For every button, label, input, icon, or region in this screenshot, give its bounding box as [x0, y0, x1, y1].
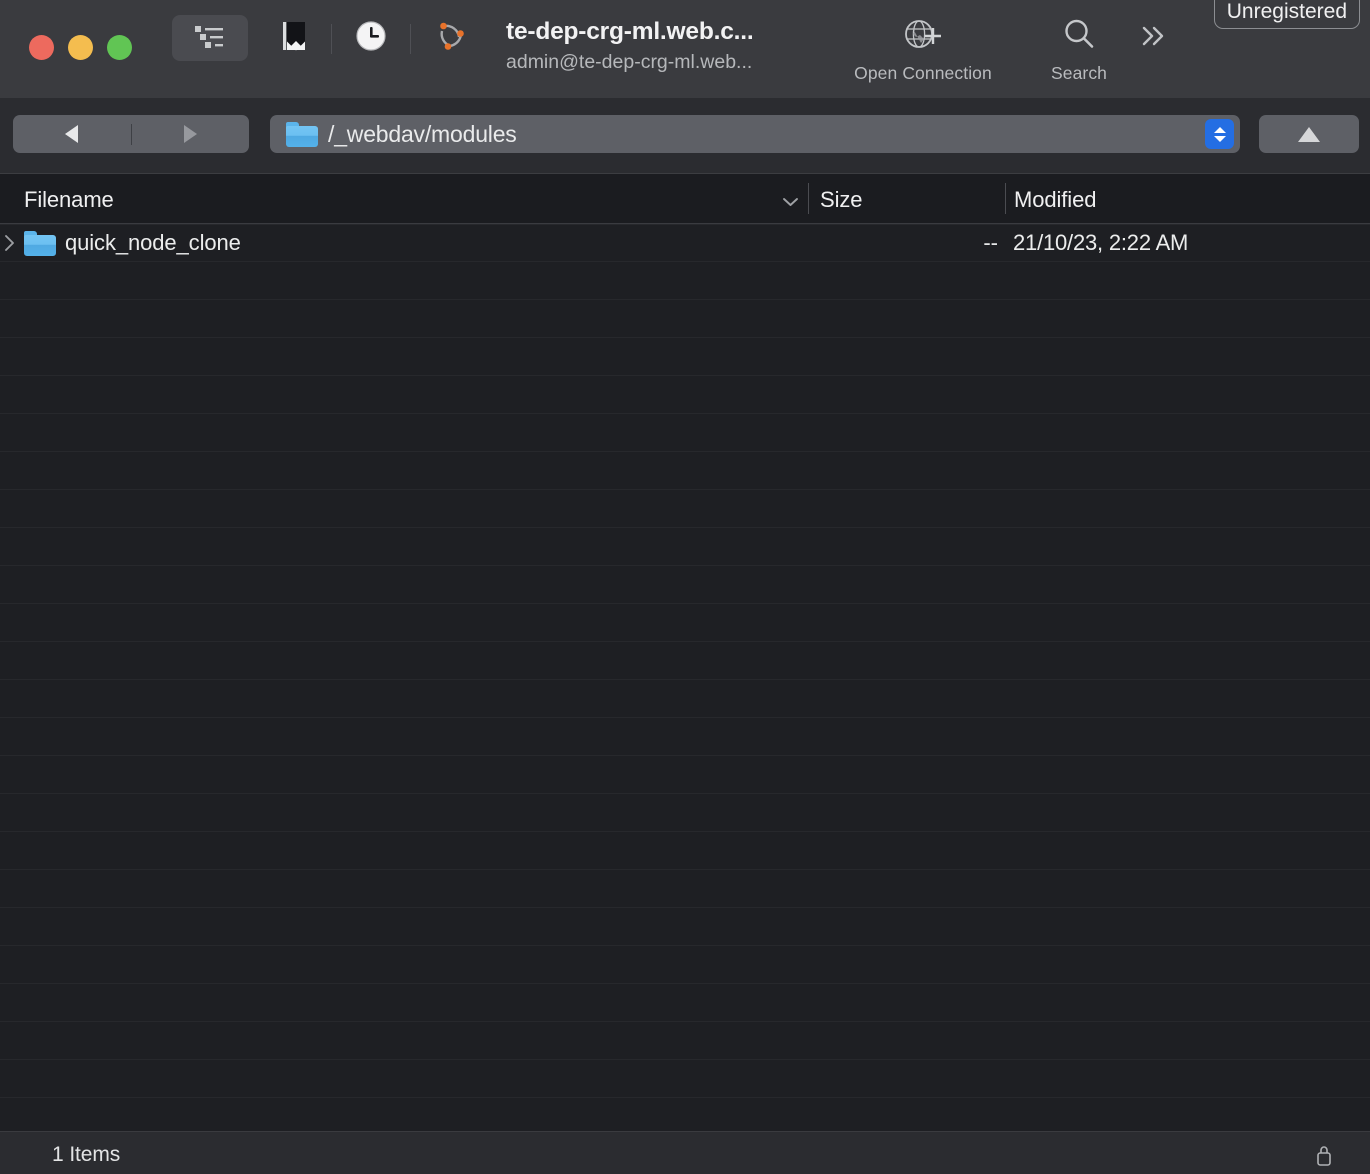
file-list[interactable]: quick_node_clone -- 21/10/23, 2:22 AM [0, 224, 1370, 1121]
search-button[interactable]: Search [1024, 14, 1134, 84]
bonjour-button[interactable] [427, 15, 475, 61]
search-icon [1060, 15, 1098, 58]
column-header-row: Filename Size Modified [0, 174, 1370, 224]
folder-icon [286, 121, 318, 147]
maximize-button[interactable] [107, 35, 132, 60]
bookmarks-button[interactable] [270, 15, 318, 61]
navigation-bar: /_webdav/modules [0, 98, 1370, 174]
table-row[interactable]: quick_node_clone -- 21/10/23, 2:22 AM [0, 224, 1370, 262]
parent-directory-button[interactable] [1259, 115, 1359, 153]
empty-row [0, 414, 1370, 452]
empty-row [0, 1098, 1370, 1121]
column-header-size[interactable]: Size [820, 187, 863, 213]
chevron-double-right-icon [1134, 23, 1172, 54]
toolbar-separator-2 [410, 24, 411, 54]
window-controls [29, 35, 132, 60]
forward-button[interactable] [132, 115, 250, 153]
file-modified: 21/10/23, 2:22 AM [1013, 230, 1189, 255]
path-value: /_webdav/modules [328, 120, 517, 147]
globe-plus-icon [902, 15, 944, 58]
empty-row [0, 794, 1370, 832]
column-divider-1[interactable] [808, 183, 809, 214]
browser-view-button[interactable] [172, 15, 248, 61]
empty-row [0, 870, 1370, 908]
empty-row [0, 528, 1370, 566]
empty-row [0, 718, 1370, 756]
empty-row [0, 452, 1370, 490]
empty-row [0, 946, 1370, 984]
column-divider-2[interactable] [1005, 183, 1006, 214]
toolbar-separator-1 [331, 24, 332, 54]
triangle-right-icon [183, 125, 197, 143]
bookmarks-icon [277, 19, 311, 58]
empty-row [0, 376, 1370, 414]
history-nav-segment [13, 115, 249, 153]
page-title: te-dep-crg-ml.web.c... [506, 18, 754, 45]
folder-icon [24, 231, 56, 256]
empty-row [0, 490, 1370, 528]
history-clock-icon [354, 19, 388, 58]
empty-row [0, 338, 1370, 376]
status-badge[interactable]: Unregistered [1213, 0, 1360, 29]
stepper-down-icon [1213, 135, 1226, 142]
path-combobox[interactable]: /_webdav/modules [270, 115, 1240, 153]
toolbar-overflow-button[interactable] [1128, 16, 1178, 60]
empty-row [0, 832, 1370, 870]
empty-row [0, 300, 1370, 338]
status-bar: 1 Items [0, 1131, 1370, 1174]
path-stepper[interactable] [1205, 119, 1234, 149]
item-count-label: 1 Items [52, 1143, 121, 1166]
cyberduck-window: te-dep-crg-ml.web.c... admin@te-dep-crg-… [0, 0, 1370, 1174]
file-name: quick_node_clone [65, 230, 241, 255]
search-label: Search [1050, 63, 1108, 84]
empty-row [0, 1060, 1370, 1098]
history-button[interactable] [348, 15, 394, 61]
connection-subtitle: admin@te-dep-crg-ml.web... [506, 50, 753, 73]
column-header-filename[interactable]: Filename [24, 187, 114, 213]
open-connection-label: Open Connection [854, 63, 992, 84]
triangle-left-icon [65, 125, 79, 143]
open-connection-button[interactable]: Open Connection [830, 14, 1016, 84]
empty-row [0, 566, 1370, 604]
empty-row [0, 262, 1370, 300]
browser-view-icon [193, 23, 227, 54]
empty-row [0, 642, 1370, 680]
chevron-right-icon[interactable] [0, 233, 20, 253]
file-size: -- [983, 230, 998, 255]
title-bar: te-dep-crg-ml.web.c... admin@te-dep-crg-… [0, 0, 1370, 98]
bonjour-network-icon [432, 17, 470, 60]
empty-row [0, 984, 1370, 1022]
padlock-icon[interactable] [1314, 1143, 1334, 1172]
empty-row [0, 908, 1370, 946]
chevron-down-icon[interactable] [782, 194, 799, 206]
stepper-up-icon [1213, 126, 1226, 133]
back-button[interactable] [13, 115, 131, 153]
empty-row [0, 680, 1370, 718]
empty-row [0, 604, 1370, 642]
empty-row [0, 1022, 1370, 1060]
minimize-button[interactable] [68, 35, 93, 60]
close-button[interactable] [29, 35, 54, 60]
triangle-up-icon [1298, 126, 1320, 142]
column-header-modified[interactable]: Modified [1014, 187, 1096, 213]
empty-row [0, 756, 1370, 794]
window-title-block: te-dep-crg-ml.web.c... admin@te-dep-crg-… [506, 18, 806, 75]
